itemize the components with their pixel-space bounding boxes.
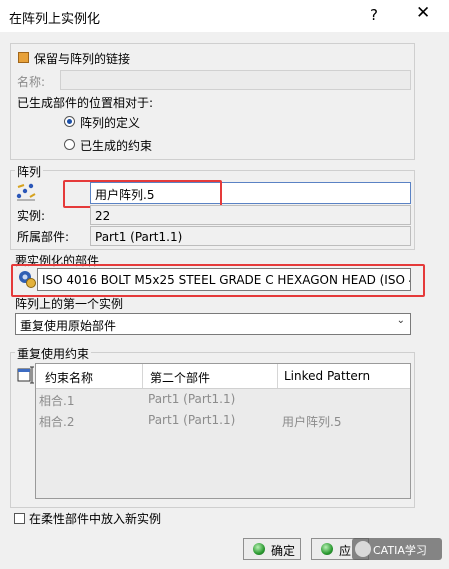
first-instance-legend: 阵列上的第一个实例 [15,297,124,311]
radio-pattern-definition[interactable] [64,116,75,127]
owner-field: Part1 (Part1.1) [90,226,411,246]
highlight-pattern [63,180,222,208]
reuse-constraints-legend: 重复使用约束 [15,345,92,362]
cell-constraint-name: 相合.2 [39,415,75,429]
cell-second-component: Part1 (Part1.1) [148,413,236,427]
first-instance-select[interactable]: 重复使用原始部件 ⌄ [15,313,411,335]
apply-icon [321,543,333,555]
instances-field: 22 [90,205,411,225]
position-label: 已生成部件的位置相对于: [17,96,154,110]
flex-component-checkbox[interactable] [14,513,25,524]
close-button[interactable]: ✕ [416,3,430,23]
keep-link-label: 保留与阵列的链接 [34,52,131,66]
instances-label: 实例: [17,209,46,223]
pattern-icon[interactable] [15,181,37,201]
help-button[interactable]: ? [370,6,378,24]
column-header-linked-pattern[interactable]: Linked Pattern [284,369,370,383]
pattern-legend: 阵列 [15,163,44,180]
constraints-table: 约束名称 第二个部件 Linked Pattern 相合.1 Part1 (Pa… [35,363,411,499]
first-instance-value: 重复使用原始部件 [20,319,117,333]
apply-button-label: 应 [339,544,352,558]
ok-button-label: 确定 [271,544,296,558]
keep-link-checkbox[interactable] [18,52,29,63]
flex-component-label: 在柔性部件中放入新实例 [29,512,162,526]
radio-generated-constraints[interactable] [64,139,75,150]
column-separator [277,364,278,388]
highlight-component [11,264,425,297]
cell-linked-pattern: 用户阵列.5 [282,415,342,429]
ok-button[interactable]: 确定 [243,538,301,560]
table-row[interactable]: 相合.1 Part1 (Part1.1) [36,389,410,411]
owner-label: 所属部件: [17,230,70,244]
constraint-icon[interactable] [17,366,35,384]
watermark-text: CATIA学习 [373,544,427,557]
window-title: 在阵列上实例化 [9,12,101,27]
chevron-down-icon: ⌄ [396,315,405,326]
table-header: 约束名称 第二个部件 Linked Pattern [36,364,410,389]
column-header-constraint-name[interactable]: 约束名称 [45,369,93,386]
cell-second-component: Part1 (Part1.1) [148,392,236,406]
name-label: 名称: [17,75,46,89]
radio-generated-constraints-label: 已生成的约束 [80,139,153,153]
name-field[interactable] [60,70,411,90]
column-header-second-component[interactable]: 第二个部件 [150,369,210,386]
title-bar: 在阵列上实例化 ? ✕ [0,0,449,32]
watermark-icon [355,541,371,557]
cell-constraint-name: 相合.1 [39,394,75,408]
table-row[interactable]: 相合.2 Part1 (Part1.1) 用户阵列.5 [36,410,410,432]
ok-icon [253,543,265,555]
column-separator [142,364,143,388]
radio-pattern-definition-label: 阵列的定义 [80,116,141,130]
watermark: CATIA学习 [352,538,442,560]
